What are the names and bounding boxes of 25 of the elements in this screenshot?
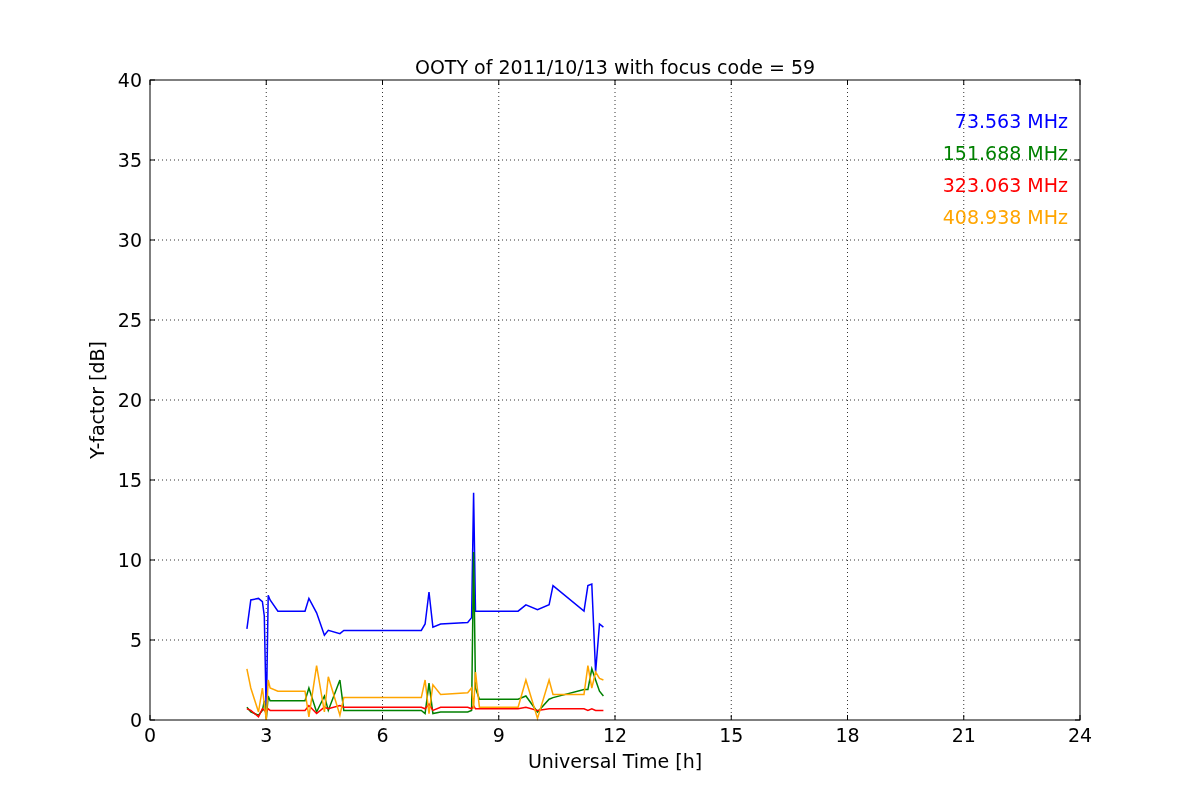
x-tick-label: 6 [376, 724, 389, 746]
legend-label: 408.938 MHz [942, 206, 1068, 228]
x-tick-label: 18 [835, 724, 860, 746]
legend-label: 151.688 MHz [942, 142, 1068, 164]
y-tick-label: 15 [117, 469, 142, 491]
y-tick-label: 0 [129, 709, 142, 731]
y-tick-label: 25 [117, 309, 142, 331]
x-axis-label: Universal Time [h] [527, 750, 703, 772]
y-tick-label: 30 [117, 229, 142, 251]
x-tick-label: 3 [260, 724, 273, 746]
x-tick-label: 24 [1067, 724, 1093, 746]
x-tick-label: 9 [492, 724, 505, 746]
x-tick-label: 21 [951, 724, 976, 746]
y-axis-label: Y-factor [dB] [86, 341, 108, 459]
y-tick-label: 35 [117, 149, 142, 171]
y-tick-label: 40 [117, 69, 142, 91]
y-tick-label: 10 [117, 549, 142, 571]
y-tick-label: 5 [129, 629, 142, 651]
x-tick-label: 0 [143, 724, 157, 746]
legend-label: 73.563 MHz [954, 110, 1068, 132]
chart-title: OOTY of 2011/10/13 with focus code = 59 [414, 56, 816, 78]
x-tick-label: 12 [602, 724, 628, 746]
legend-label: 323.063 MHz [942, 174, 1068, 196]
x-tick-label: 15 [719, 724, 744, 746]
y-tick-label: 20 [117, 389, 142, 411]
